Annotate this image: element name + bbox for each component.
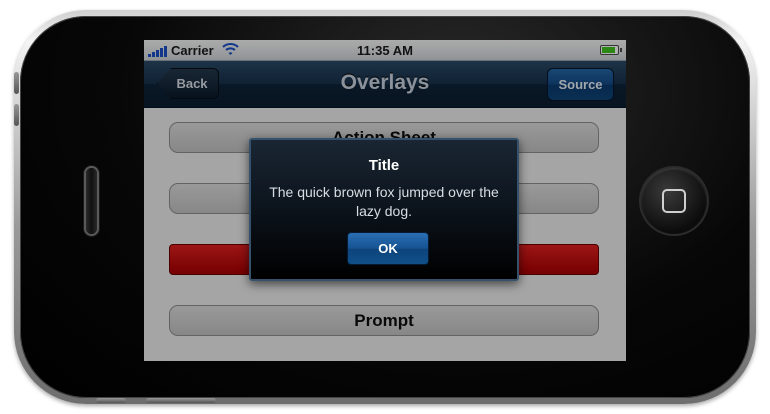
alert-title: Title xyxy=(368,157,400,174)
screen: Carrier 11:35 AM Back Overlays Source Ac… xyxy=(144,40,626,361)
alert-message: The quick brown fox jumped over the lazy… xyxy=(269,184,499,219)
bottom-button xyxy=(146,398,216,403)
earpiece-speaker xyxy=(86,168,97,234)
ok-button[interactable]: OK xyxy=(347,232,429,265)
home-button[interactable] xyxy=(641,168,707,234)
volume-button-up xyxy=(14,72,19,94)
ok-button-label: OK xyxy=(378,241,398,256)
alert-dialog: Title The quick brown fox jumped over th… xyxy=(249,138,519,281)
mute-switch xyxy=(96,398,126,403)
volume-button-down xyxy=(14,104,19,126)
home-square-icon xyxy=(662,189,686,213)
